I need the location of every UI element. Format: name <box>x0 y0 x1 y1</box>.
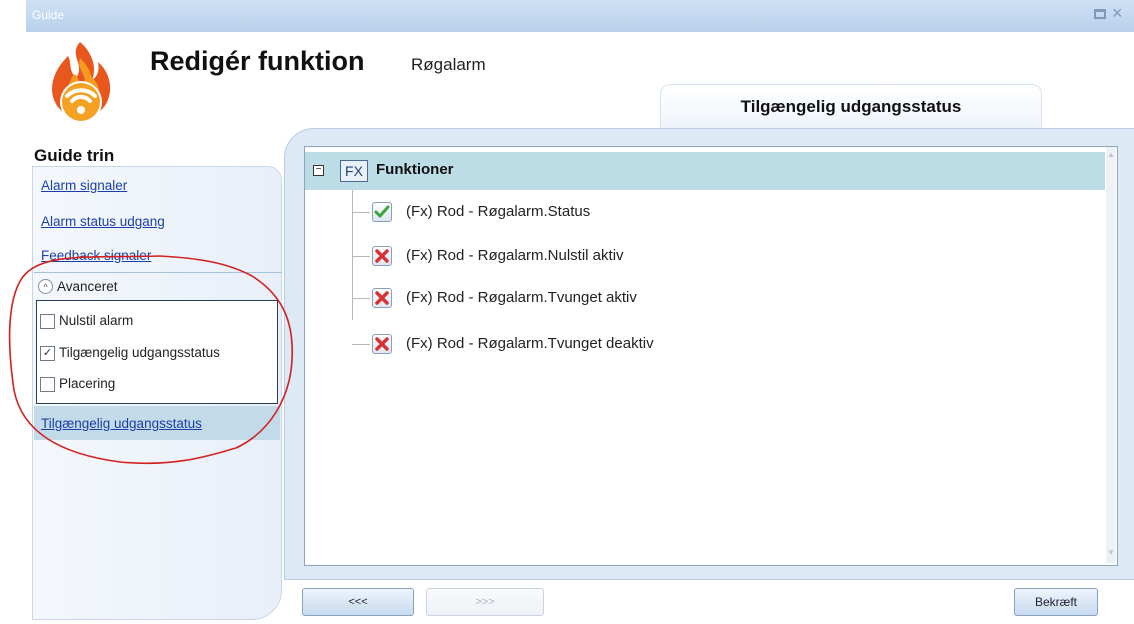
collapse-chevron-icon[interactable]: ^ <box>38 279 53 294</box>
cross-icon <box>372 288 392 308</box>
tree-connector <box>352 190 353 320</box>
tree-connector <box>352 344 370 345</box>
checkbox-nulstil-alarm[interactable] <box>40 314 55 329</box>
guide-steps-heading: Guide trin <box>34 146 115 165</box>
step-link-alarm-signaler[interactable]: Alarm signaler <box>41 178 127 193</box>
option-label[interactable]: Tilgængelig udgangsstatus <box>59 345 220 360</box>
step-link-tilgaengelig-udgangsstatus[interactable]: Tilgængelig udgangsstatus <box>41 416 202 431</box>
tree-item-label[interactable]: (Fx) Rod - Røgalarm.Tvunget deaktiv <box>406 335 654 352</box>
scroll-up-arrow-icon[interactable]: ▲ <box>1106 150 1116 159</box>
tree-root-label: Funktioner <box>376 161 454 178</box>
smoke-alarm-flame-icon <box>38 38 122 126</box>
confirm-button[interactable]: Bekræft <box>1014 588 1098 616</box>
vertical-scrollbar[interactable] <box>1106 147 1116 563</box>
tree-item-label[interactable]: (Fx) Rod - Røgalarm.Nulstil aktiv <box>406 247 624 264</box>
page-title: Redigér funktion <box>150 46 365 76</box>
cross-icon <box>372 246 392 266</box>
maximize-icon[interactable] <box>1094 9 1106 19</box>
fx-icon: FX <box>340 160 368 182</box>
next-button[interactable]: >>> <box>426 588 544 616</box>
tree-item-label[interactable]: (Fx) Rod - Røgalarm.Tvunget aktiv <box>406 289 637 306</box>
tree-connector <box>352 298 370 299</box>
check-icon <box>372 202 392 222</box>
option-label[interactable]: Placering <box>59 376 115 391</box>
previous-button[interactable]: <<< <box>302 588 414 616</box>
guide-window: Guide × Redigér funktion Røgalarm Tilgæn… <box>26 0 1134 624</box>
tree-connector <box>352 256 370 257</box>
title-bar: Guide × <box>26 0 1134 32</box>
tree-connector <box>352 212 370 213</box>
step-link-alarm-status-udgang[interactable]: Alarm status udgang <box>41 214 165 229</box>
tree-item-label[interactable]: (Fx) Rod - Røgalarm.Status <box>406 203 590 220</box>
collapse-tree-icon[interactable]: − <box>313 165 324 176</box>
option-label[interactable]: Nulstil alarm <box>59 313 133 328</box>
window-title: Guide <box>32 8 65 22</box>
function-name: Røgalarm <box>411 55 486 74</box>
cross-icon <box>372 334 392 354</box>
advanced-label[interactable]: Avanceret <box>57 279 118 294</box>
scroll-down-arrow-icon[interactable]: ▼ <box>1106 548 1116 557</box>
close-icon[interactable]: × <box>1112 4 1123 22</box>
step-link-feedback-signaler[interactable]: Feedback signaler <box>41 248 151 263</box>
checkbox-tilgaengelig-udgangsstatus[interactable]: ✓ <box>40 346 55 361</box>
checkbox-placering[interactable] <box>40 377 55 392</box>
tab-tilgaengelig-udgangsstatus[interactable]: Tilgængelig udgangsstatus <box>660 84 1042 129</box>
